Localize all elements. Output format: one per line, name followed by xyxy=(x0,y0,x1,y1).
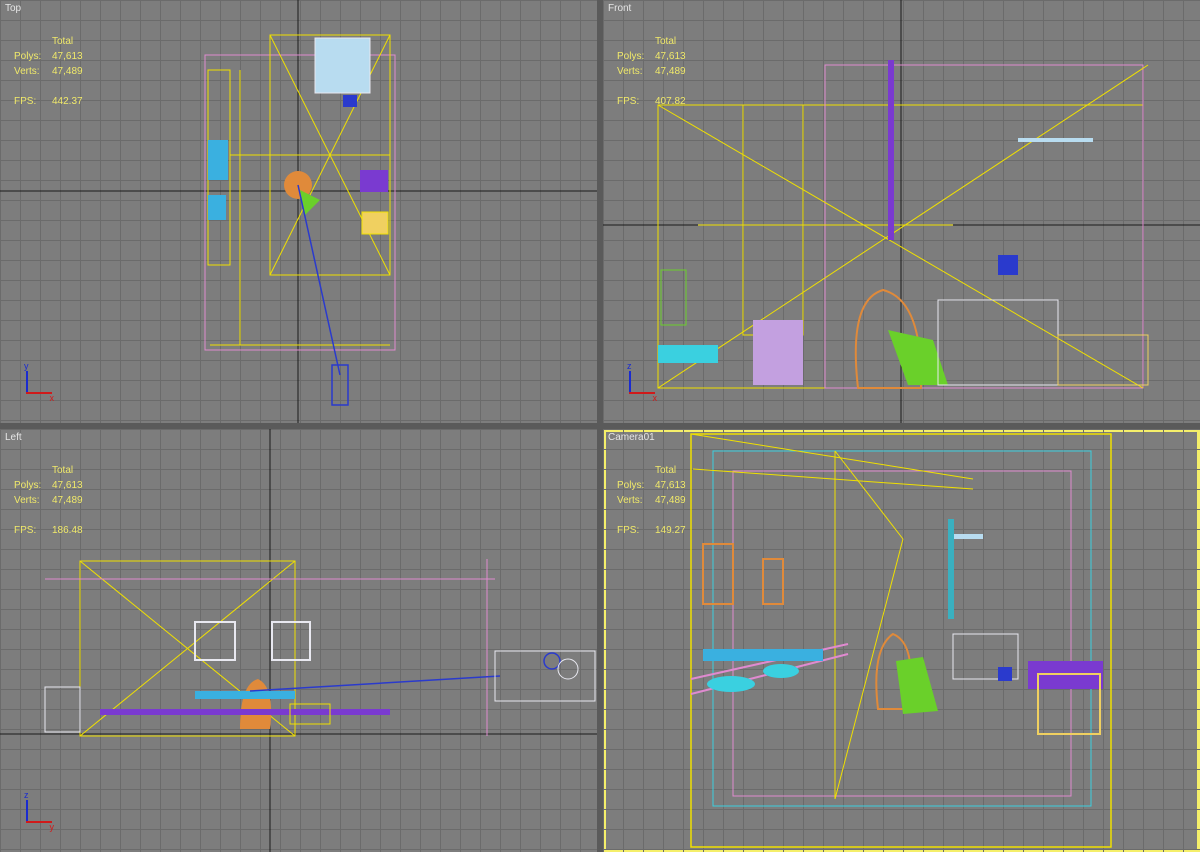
fps-value: 149.27 xyxy=(655,525,686,536)
verts-value: 47,489 xyxy=(655,66,686,77)
viewport-stats: Total Polys: 47,613 Verts: 47,489 FPS: 442.… xyxy=(14,34,83,109)
scene-wireframe xyxy=(0,0,597,423)
viewport-top[interactable]: Top Total Polys: 47,613 Verts: 47,489 FPS:… xyxy=(0,0,597,423)
scene-wireframe xyxy=(603,0,1200,423)
stats-header: Total xyxy=(52,36,74,47)
polys-value: 47,613 xyxy=(655,51,686,62)
fps-label: FPS: xyxy=(14,525,37,536)
viewport-label[interactable]: Camera01 xyxy=(608,432,655,443)
viewport-label[interactable]: Top xyxy=(5,3,21,14)
fps-label: FPS: xyxy=(14,96,37,107)
stats-header: Total xyxy=(52,465,74,476)
viewport-left[interactable]: Left Total Polys: 47,613 Verts: 47,489 FPS… xyxy=(0,429,597,852)
polys-value: 47,613 xyxy=(52,480,83,491)
verts-value: 47,489 xyxy=(52,495,83,506)
scene-wireframe xyxy=(690,433,1112,848)
axis-tripod: z y xyxy=(24,790,54,832)
polys-label: Polys: xyxy=(14,480,42,491)
stats-header: Total xyxy=(655,465,677,476)
polys-label: Polys: xyxy=(617,480,645,491)
scene-wireframe xyxy=(0,429,597,852)
viewport-label[interactable]: Left xyxy=(5,432,22,443)
viewport-label[interactable]: Front xyxy=(608,3,631,14)
viewport-camera[interactable]: Camera01 Total Polys: 47,613 Verts: 47,489… xyxy=(603,429,1200,852)
polys-label: Polys: xyxy=(617,51,645,62)
viewport-stats: Total Polys: 47,613 Verts: 47,489 FPS: 186.… xyxy=(14,463,83,538)
verts-value: 47,489 xyxy=(52,66,83,77)
viewport-stats: Total Polys: 47,613 Verts: 47,489 FPS: 149.… xyxy=(617,463,686,538)
verts-label: Verts: xyxy=(617,66,643,77)
axis-tripod: y x xyxy=(24,361,54,403)
fps-value: 442.37 xyxy=(52,96,83,107)
fps-value: 407.82 xyxy=(655,96,686,107)
fps-label: FPS: xyxy=(617,96,640,107)
fps-value: 186.48 xyxy=(52,525,83,536)
polys-value: 47,613 xyxy=(655,480,686,491)
viewport-front[interactable]: Front Total Polys: 47,613 Verts: 47,489 FP… xyxy=(603,0,1200,423)
axis-tripod: z x xyxy=(627,361,657,403)
verts-label: Verts: xyxy=(14,495,40,506)
verts-label: Verts: xyxy=(617,495,643,506)
viewport-stats: Total Polys: 47,613 Verts: 47,489 FPS: 407.… xyxy=(617,34,686,109)
polys-label: Polys: xyxy=(14,51,42,62)
fps-label: FPS: xyxy=(617,525,640,536)
polys-value: 47,613 xyxy=(52,51,83,62)
verts-value: 47,489 xyxy=(655,495,686,506)
verts-label: Verts: xyxy=(14,66,40,77)
stats-header: Total xyxy=(655,36,677,47)
